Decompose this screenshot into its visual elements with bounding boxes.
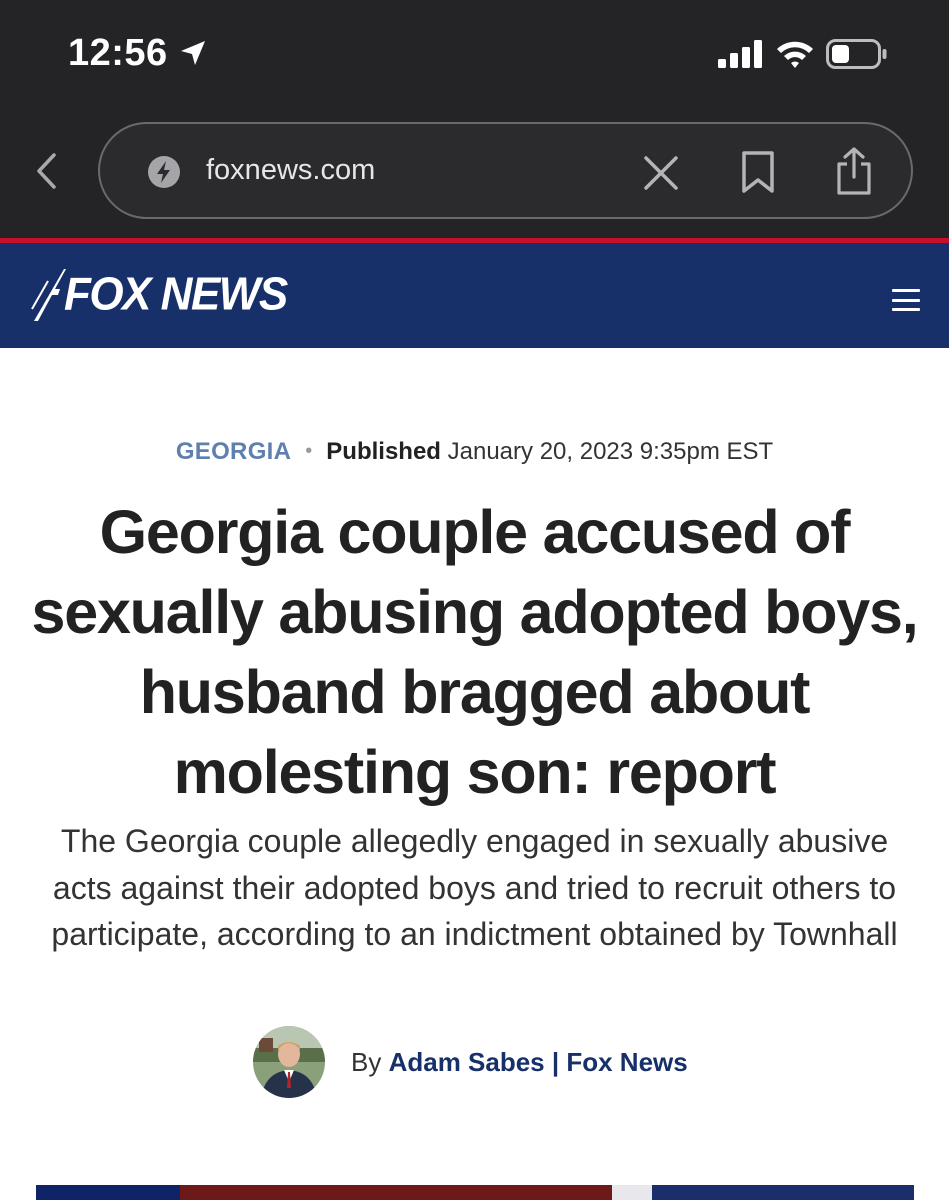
address-bar[interactable]: foxnews.com: [98, 122, 913, 219]
fox-news-logo[interactable]: FOX NEWS: [28, 265, 288, 325]
site-header: FOX NEWS: [0, 243, 949, 348]
hero-image[interactable]: [36, 1185, 914, 1200]
location-arrow-icon: [181, 41, 205, 65]
byline-text: By Adam Sabes | Fox News: [351, 1047, 688, 1078]
wifi-icon: [777, 41, 813, 68]
author-avatar[interactable]: [253, 1026, 325, 1098]
byline: By Adam Sabes | Fox News: [253, 1026, 688, 1098]
cellular-signal-icon: [718, 40, 762, 68]
back-button[interactable]: [28, 148, 64, 194]
close-icon[interactable]: [640, 152, 682, 194]
hamburger-menu-icon[interactable]: [892, 289, 920, 311]
browser-chrome: 12:56 foxnews.com: [0, 0, 949, 238]
chevron-left-icon: [37, 153, 56, 189]
category-link[interactable]: GEORGIA: [176, 438, 291, 465]
bolt-icon[interactable]: [147, 155, 181, 189]
article-subhead: The Georgia couple allegedly engaged in …: [51, 823, 898, 952]
fox-logo-mark-icon: [31, 269, 66, 321]
published-label: Published: [326, 438, 441, 465]
author-link[interactable]: Adam Sabes | Fox News: [389, 1047, 688, 1077]
published-date: January 20, 2023 9:35pm EST: [447, 438, 774, 465]
byline-prefix: By: [351, 1046, 382, 1077]
separator-dot: •: [305, 440, 313, 462]
article-meta: GEORGIA • Published January 20, 2023 9:35p…: [0, 438, 949, 466]
fox-logo-text: FOX NEWS: [64, 268, 288, 321]
article-headline: Georgia couple accused of sexually abusi…: [31, 498, 919, 806]
battery-icon: [826, 39, 887, 69]
bookmark-icon[interactable]: [740, 150, 776, 194]
status-time: 12:56: [68, 32, 168, 74]
url-text[interactable]: foxnews.com: [206, 154, 375, 187]
share-icon[interactable]: [834, 146, 874, 196]
